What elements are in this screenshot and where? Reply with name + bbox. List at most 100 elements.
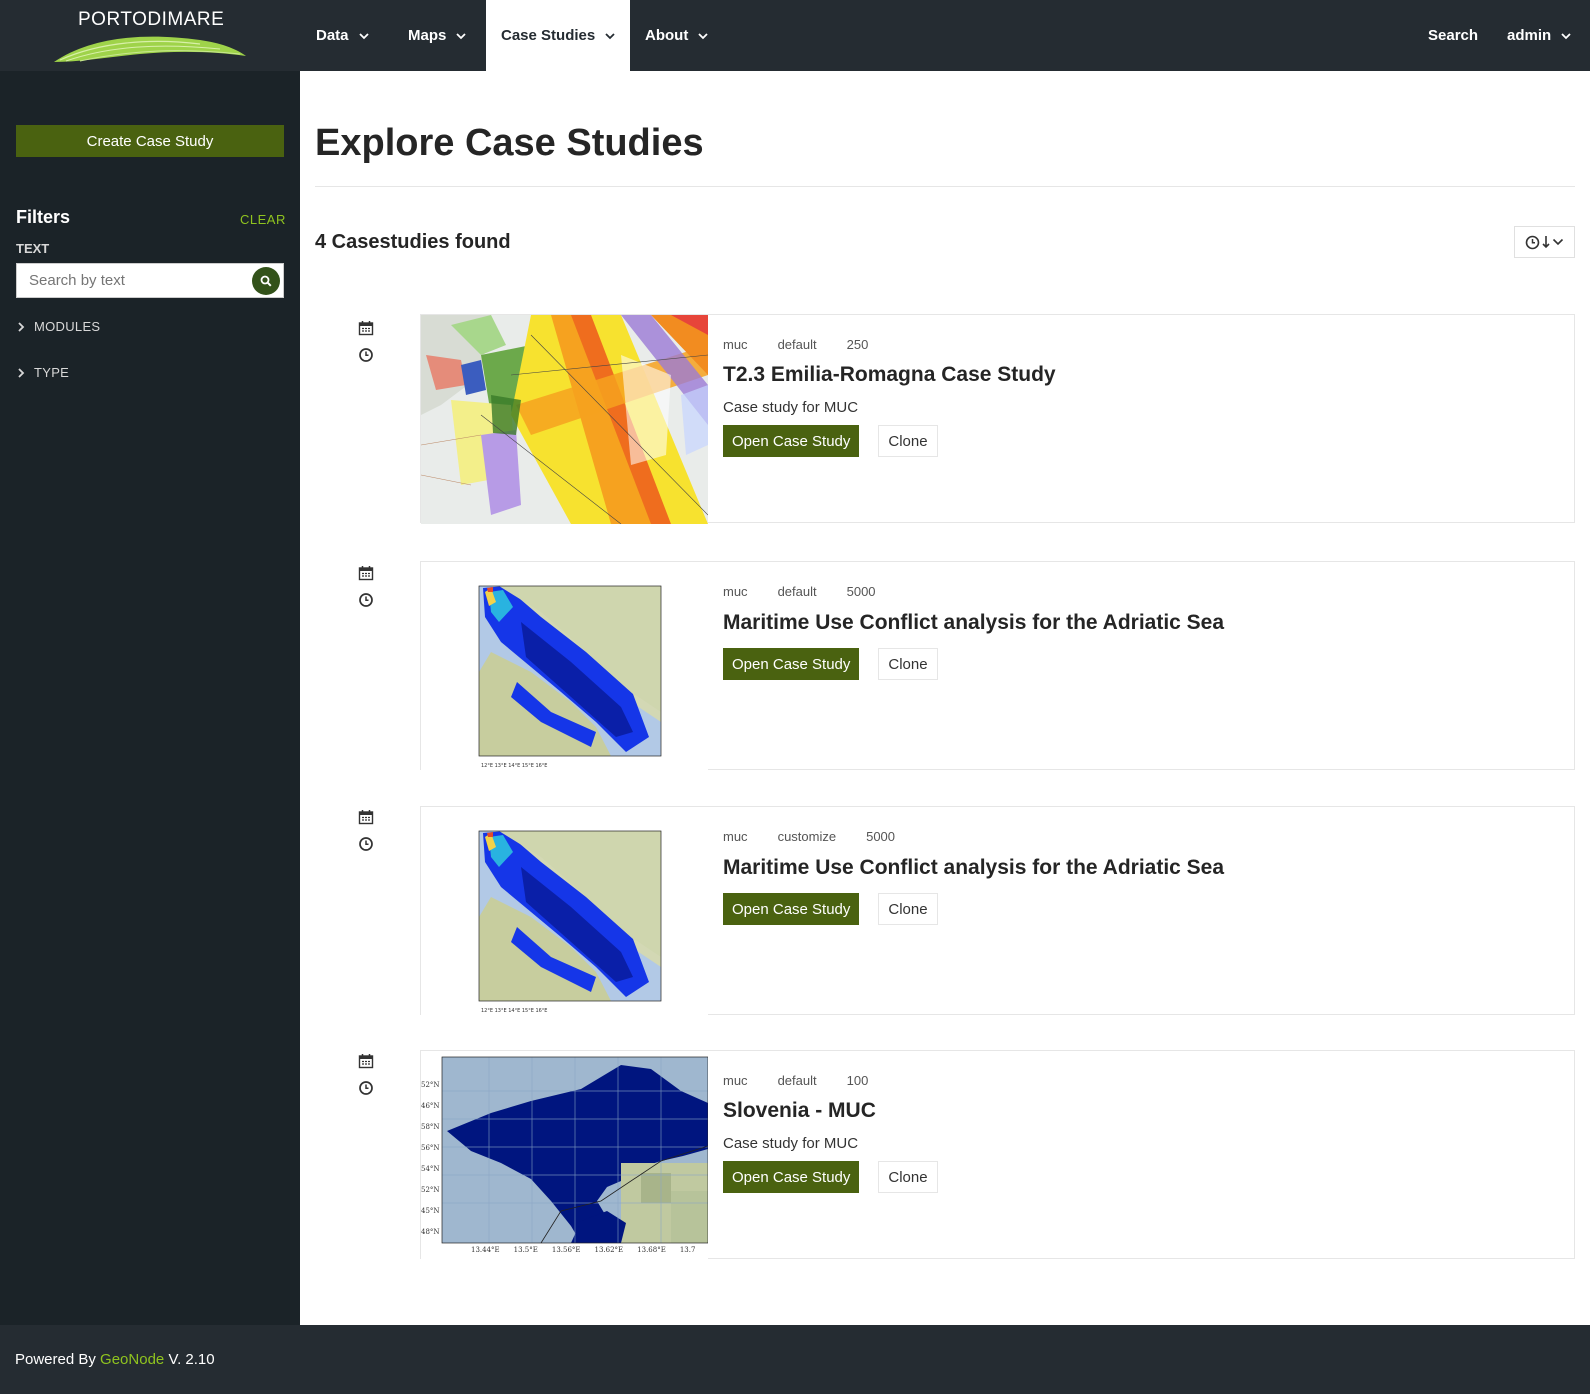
lon-tick-label: 13.5°E [513, 1246, 538, 1254]
lat-tick-label: 52°N [421, 1186, 440, 1194]
open-case-study-button[interactable]: Open Case Study [723, 648, 860, 680]
open-case-study-button[interactable]: Open Case Study [723, 425, 860, 457]
slovenia-map-thumbnail [421, 1051, 708, 1260]
case-study-title[interactable]: Maritime Use Conflict analysis for the A… [723, 611, 1224, 635]
tag-mode: default [777, 337, 817, 352]
card-4-meta-icons [358, 1053, 378, 1107]
footer: Powered By GeoNode V. 2.10 [0, 1325, 1590, 1394]
case-study-tags: muc default 100 [723, 1073, 898, 1088]
filter-group-modules-label: MODULES [34, 319, 101, 334]
page-title: Explore Case Studies [315, 122, 704, 164]
case-study-description: Case study for MUC [723, 1135, 859, 1152]
nav-search[interactable]: Search [1428, 0, 1478, 71]
chevron-down-icon [1552, 238, 1564, 246]
filter-group-type[interactable]: TYPE [16, 365, 69, 380]
create-case-study-button[interactable]: Create Case Study [16, 125, 284, 157]
nav-maps[interactable]: Maps [408, 0, 466, 71]
svg-text:12°E 13°E 14°E 15°E: 12°E 13°E 14°E 15°E 16°E [481, 763, 547, 769]
sort-dropdown-button[interactable] [1514, 226, 1575, 258]
nav-case-studies[interactable]: Case Studies [486, 0, 630, 71]
lat-tick-label: 48°N [421, 1228, 440, 1236]
case-study-thumbnail[interactable]: 52°N 46°N 58°N 56°N 54°N 52°N 45°N 48°N … [421, 1051, 708, 1260]
card-1-meta-icons [358, 320, 378, 374]
tag-grid-size: 5000 [866, 829, 896, 844]
search-submit-button[interactable] [252, 267, 280, 295]
lon-tick-label: 13.56°E [551, 1246, 581, 1254]
lon-tick-label: 13.62°E [594, 1246, 624, 1254]
adriatic-map-thumbnail: 12°E 13°E 14°E 15°E 16°E [421, 807, 708, 1016]
case-study-thumbnail[interactable] [421, 315, 708, 524]
calendar-icon [358, 810, 374, 825]
case-study-card: 12°E 13°E 14°E 15°E 16°E muc customize 5… [420, 806, 1575, 1016]
lat-tick-label: 52°N [421, 1081, 440, 1089]
powered-by-text: Powered By GeoNode V. 2.10 [15, 1351, 215, 1368]
chevron-down-icon [1561, 32, 1571, 39]
filter-group-modules[interactable]: MODULES [16, 319, 100, 334]
case-study-card: muc default 250 T2.3 Emilia-Romagna Case… [420, 314, 1575, 524]
latitude-tick-labels: 52°N 46°N 58°N 56°N 54°N 52°N 45°N 48°N [421, 1075, 441, 1243]
case-study-card: 12°E 13°E 14°E 15°E 16°E muc default 500… [420, 561, 1575, 771]
svg-text:12°E 13°E 14°E 15°E: 12°E 13°E 14°E 15°E 16°E [481, 1008, 547, 1014]
clone-button[interactable]: Clone [878, 425, 938, 457]
powered-by-prefix: Powered By [15, 1351, 96, 1368]
case-study-thumbnail[interactable]: 12°E 13°E 14°E 15°E 16°E [421, 562, 708, 771]
tag-mode: default [777, 584, 817, 599]
clock-icon [359, 1081, 373, 1095]
clock-icon [359, 593, 373, 607]
portodimare-logo[interactable]: PORTODIMARE [44, 0, 254, 71]
tag-module: muc [723, 1073, 748, 1088]
filters-title: Filters [16, 207, 71, 227]
open-case-study-button[interactable]: Open Case Study [723, 893, 860, 925]
chevron-right-icon [18, 321, 25, 332]
wave-logo-icon [54, 36, 246, 62]
nav-data[interactable]: Data [316, 0, 369, 71]
open-case-study-button[interactable]: Open Case Study [723, 1161, 860, 1193]
clock-icon [359, 348, 373, 362]
title-divider [315, 186, 1575, 187]
tag-grid-size: 5000 [846, 584, 876, 599]
clone-button[interactable]: Clone [878, 1161, 938, 1193]
lat-tick-label: 45°N [421, 1207, 440, 1215]
text-filter-label: TEXT [16, 241, 50, 256]
clear-filters-link[interactable]: CLEAR [240, 212, 286, 227]
tag-module: muc [723, 829, 748, 844]
card-3-meta-icons [358, 809, 378, 863]
filter-group-type-label: TYPE [34, 365, 70, 380]
case-study-title[interactable]: Maritime Use Conflict analysis for the A… [723, 856, 1224, 880]
emilia-romagna-map-thumbnail [421, 315, 708, 524]
clock-icon [1525, 235, 1540, 249]
chevron-right-icon [18, 367, 25, 378]
case-study-card: 52°N 46°N 58°N 56°N 54°N 52°N 45°N 48°N … [420, 1050, 1575, 1260]
nav-user-menu[interactable]: admin [1507, 0, 1571, 71]
case-study-thumbnail[interactable]: 12°E 13°E 14°E 15°E 16°E [421, 807, 708, 1016]
tag-module: muc [723, 584, 748, 599]
case-study-title[interactable]: Slovenia - MUC [723, 1099, 876, 1123]
clock-icon [359, 837, 373, 851]
nav-maps-label: Maps [408, 27, 447, 44]
clone-button[interactable]: Clone [878, 648, 938, 680]
nav-about[interactable]: About [645, 0, 708, 71]
text-search-input[interactable] [17, 264, 247, 297]
nav-user-label: admin [1507, 27, 1552, 44]
calendar-icon [358, 1054, 374, 1069]
chevron-down-icon [605, 32, 615, 39]
case-study-tags: muc default 250 [723, 337, 898, 352]
tag-grid-size: 100 [846, 1073, 869, 1088]
case-study-description: Case study for MUC [723, 399, 859, 416]
chevron-down-icon [456, 32, 466, 39]
nav-data-label: Data [316, 27, 349, 44]
lat-tick-label: 56°N [421, 1144, 440, 1152]
lon-tick-label: 13.7 [679, 1246, 696, 1254]
case-study-title[interactable]: T2.3 Emilia-Romagna Case Study [723, 363, 1056, 387]
adriatic-map-thumbnail: 12°E 13°E 14°E 15°E 16°E [421, 562, 708, 771]
results-count: 4 Casestudies found [315, 231, 511, 253]
sort-arrow-icon [1542, 236, 1550, 249]
geonode-version: V. 2.10 [168, 1351, 215, 1368]
nav-search-label: Search [1428, 27, 1479, 44]
lon-tick-label: 13.44°E [471, 1246, 500, 1254]
tag-mode: customize [777, 829, 837, 844]
clone-button[interactable]: Clone [878, 893, 938, 925]
top-navbar: PORTODIMARE Data Maps Case Studies About… [0, 0, 1590, 71]
geonode-link[interactable]: GeoNode [100, 1351, 164, 1368]
lon-tick-label: 13.68°E [637, 1246, 666, 1254]
